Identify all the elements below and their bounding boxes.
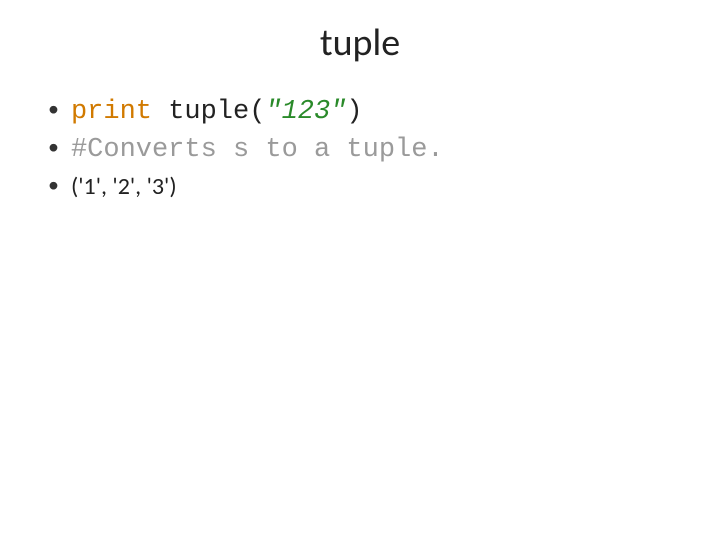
code-line-print: print tuple("123") <box>71 96 680 130</box>
comment-line: #Converts s to a tuple. <box>71 134 680 168</box>
keyword-print: print <box>71 97 152 127</box>
bullet-item: • #Converts s to a tuple. <box>48 134 680 168</box>
bullet-dot-icon: • <box>48 172 59 198</box>
output-line: ('1', '2', '3') <box>71 172 680 202</box>
func-tuple: tuple <box>168 97 249 127</box>
slide-content: • print tuple("123") • #Converts s to a … <box>0 96 720 202</box>
paren-close: ) <box>346 97 362 127</box>
bullet-item: • ('1', '2', '3') <box>48 172 680 202</box>
slide: tuple • print tuple("123") • #Converts s… <box>0 0 720 540</box>
paren-open: ( <box>249 97 265 127</box>
slide-title: tuple <box>0 20 720 66</box>
bullet-dot-icon: • <box>48 96 59 122</box>
string-literal: "123" <box>265 97 346 127</box>
bullet-item: • print tuple("123") <box>48 96 680 130</box>
bullet-dot-icon: • <box>48 134 59 160</box>
code-space <box>152 97 168 127</box>
